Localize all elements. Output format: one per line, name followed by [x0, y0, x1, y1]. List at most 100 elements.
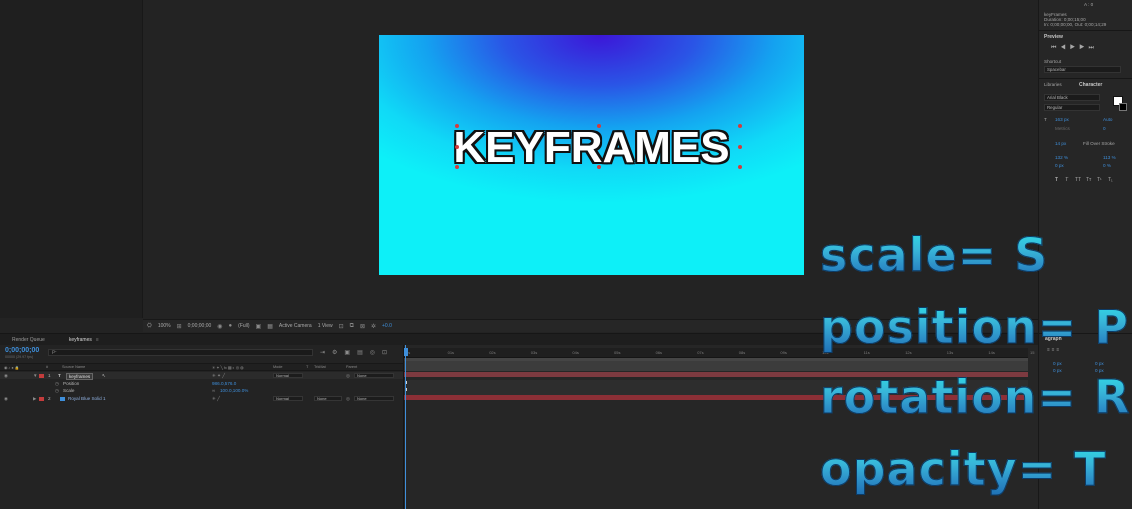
stroke-color-swatch[interactable]	[1119, 103, 1127, 111]
timeline-timecode[interactable]: 0;00;00;00	[5, 347, 39, 354]
composition-frame[interactable]: KEYFRAMES	[379, 35, 804, 275]
layer-name[interactable]: keyframes	[66, 373, 94, 380]
playhead[interactable]	[404, 345, 408, 509]
indent-right[interactable]: 0 px	[1095, 361, 1104, 366]
draft-3d-icon[interactable]: ⚙	[332, 349, 337, 356]
space-before[interactable]: 0 px	[1053, 368, 1062, 373]
toggle-icon[interactable]: ⊡	[339, 323, 344, 330]
parent-dropdown[interactable]: None	[354, 373, 394, 378]
tracking-value[interactable]: 0	[1103, 126, 1106, 131]
property-row[interactable]: ◷ Position 986.0,576.0	[0, 380, 403, 387]
layer-row[interactable]: ◉ ▼ 1 T keyframes ↖ ✳ ✦ ╱ Normal ◎ None	[0, 372, 403, 380]
3d-icon[interactable]: ⧉	[350, 323, 354, 330]
faux-italic-button[interactable]: T	[1065, 177, 1068, 183]
frame-blending-icon[interactable]: ▤	[357, 349, 363, 356]
property-row[interactable]: ◷ Scale ∞ 100.0,100.0%	[0, 387, 403, 394]
color-channel-icon[interactable]: ●	[229, 323, 233, 329]
label-color[interactable]	[39, 397, 44, 401]
tab-libraries[interactable]: Libraries	[1044, 82, 1062, 87]
flowchart-icon[interactable]: ⊠	[360, 323, 365, 330]
transform-handle[interactable]	[597, 165, 601, 169]
resolution-dropdown[interactable]: (Full)	[238, 323, 249, 329]
align-buttons[interactable]: ≡≡≡	[1047, 347, 1061, 352]
layer-name[interactable]: Royal Blue Solid 1	[68, 396, 106, 401]
expand-chevron-icon[interactable]: ▶	[33, 396, 37, 402]
current-time[interactable]: 0;00;00;00	[188, 323, 212, 329]
layer-1-bar[interactable]	[404, 372, 1028, 377]
transform-handle[interactable]	[455, 145, 459, 149]
parent-pickwhip-icon[interactable]: ◎	[346, 396, 350, 402]
always-preview-icon[interactable]: ⛭	[147, 323, 152, 330]
transform-handle[interactable]	[455, 124, 459, 128]
eye-icon[interactable]: ◉	[4, 373, 8, 379]
layer-row[interactable]: ◉ ▶ 2 Royal Blue Solid 1 ✳ ╱ Normal None…	[0, 395, 403, 402]
comp-mini-flowchart-icon[interactable]: ⇥	[320, 349, 325, 356]
view-layout-dropdown[interactable]: 1 View	[318, 323, 333, 329]
tab-keyframes-comp[interactable]: keyframes ≡	[57, 337, 111, 343]
subscript-button[interactable]: T₁	[1108, 177, 1113, 183]
parent-dropdown[interactable]: None	[354, 396, 394, 401]
indent-left[interactable]: 0 px	[1053, 361, 1062, 366]
space-after[interactable]: 0 px	[1095, 368, 1104, 373]
shortcut-dropdown[interactable]: Spacebar	[1044, 66, 1121, 73]
graph-editor-icon[interactable]: ⊡	[382, 349, 387, 356]
preview-controls[interactable]: ⏮◀▶▶⏭	[1051, 45, 1098, 52]
zoom-dropdown[interactable]: 100%	[158, 323, 171, 329]
transform-handle[interactable]	[455, 165, 459, 169]
eye-icon[interactable]: ◉	[4, 396, 8, 402]
timeline-tracks[interactable]: 0s 01s 02s 03s 04s 05s 06s 07s 08s 09s 10s 11s 12s 13…	[404, 345, 1038, 509]
switch-icons[interactable]: ✳ ╱	[212, 396, 220, 402]
stroke-type-dropdown[interactable]: Fill Over Stroke	[1083, 141, 1115, 146]
label-color[interactable]	[39, 374, 44, 378]
horizontal-scale-value[interactable]: 113 %	[1103, 155, 1116, 160]
playhead-cap[interactable]	[404, 348, 408, 356]
vertical-scale-value[interactable]: 132 %	[1055, 155, 1068, 160]
trkmat-header: TrkMat	[314, 365, 326, 369]
trkmat-dropdown[interactable]: None	[314, 396, 342, 401]
layer-search-input[interactable]: ρ-	[48, 349, 313, 356]
tsume-value[interactable]: 0 %	[1103, 163, 1111, 168]
snapshot-icon[interactable]: ◉	[217, 323, 222, 330]
superscript-button[interactable]: T¹	[1097, 177, 1102, 183]
menu-icon[interactable]: ≡	[96, 337, 99, 343]
source-name-header[interactable]: Source Name	[62, 365, 85, 369]
time-ruler[interactable]: 0s 01s 02s 03s 04s 05s 06s 07s 08s 09s 10s 11s 12s 13…	[404, 348, 1034, 358]
shy-layers-icon[interactable]: ▣	[344, 349, 350, 356]
mode-dropdown[interactable]: Normal	[273, 373, 303, 378]
expand-chevron-icon[interactable]: ▼	[33, 373, 38, 378]
leading-value[interactable]: Auto	[1103, 117, 1112, 122]
motion-blur-icon[interactable]: ◎	[370, 349, 375, 356]
tab-label: keyframes	[68, 336, 92, 343]
link-icon[interactable]: ∞	[212, 388, 215, 393]
stopwatch-icon[interactable]: ◷	[55, 388, 59, 394]
scale-value[interactable]: 100.0,100.0%	[220, 388, 248, 393]
faux-bold-button[interactable]: T	[1055, 177, 1058, 183]
tab-character[interactable]: Character	[1079, 82, 1102, 88]
all-caps-button[interactable]: TT	[1075, 177, 1081, 183]
font-style-dropdown[interactable]: Regular	[1044, 104, 1100, 111]
camera-dropdown[interactable]: Active Camera	[279, 323, 312, 329]
transparency-grid-icon[interactable]: ▦	[267, 323, 273, 330]
font-size-value[interactable]: 163 px	[1055, 117, 1069, 122]
transform-handle[interactable]	[738, 165, 742, 169]
transform-handle[interactable]	[738, 145, 742, 149]
small-caps-button[interactable]: Tт	[1086, 177, 1091, 183]
composition-viewer[interactable]: KEYFRAMES ⛭ 100% ⊞ 0;00;00;00 ◉ ● (Full)…	[0, 0, 1038, 333]
switch-icons[interactable]: ✳ ✦ ╱	[212, 373, 225, 379]
reset-exposure-icon[interactable]: ✲	[371, 323, 376, 330]
position-value[interactable]: 986.0,576.0	[212, 381, 236, 386]
exposure-value[interactable]: +0.0	[382, 323, 392, 329]
parent-pickwhip-icon[interactable]: ◎	[346, 373, 350, 379]
kerning-value[interactable]: Metrics	[1055, 126, 1070, 131]
grid-icon[interactable]: ⊞	[177, 323, 182, 330]
transform-handle[interactable]	[597, 124, 601, 128]
baseline-shift-value[interactable]: 0 px	[1055, 163, 1064, 168]
tab-render-queue[interactable]: Render Queue	[0, 337, 57, 343]
font-family-dropdown[interactable]: Arial Black	[1044, 94, 1100, 101]
region-icon[interactable]: ▣	[256, 323, 262, 330]
transform-handle[interactable]	[738, 124, 742, 128]
mode-dropdown[interactable]: Normal	[273, 396, 303, 401]
stroke-width-value[interactable]: 14 px	[1055, 141, 1066, 146]
layer-2-bar[interactable]	[404, 395, 1028, 400]
right-panels: A : 0 keyFrames Duration: 0;00;15;00 In:…	[1038, 0, 1132, 509]
